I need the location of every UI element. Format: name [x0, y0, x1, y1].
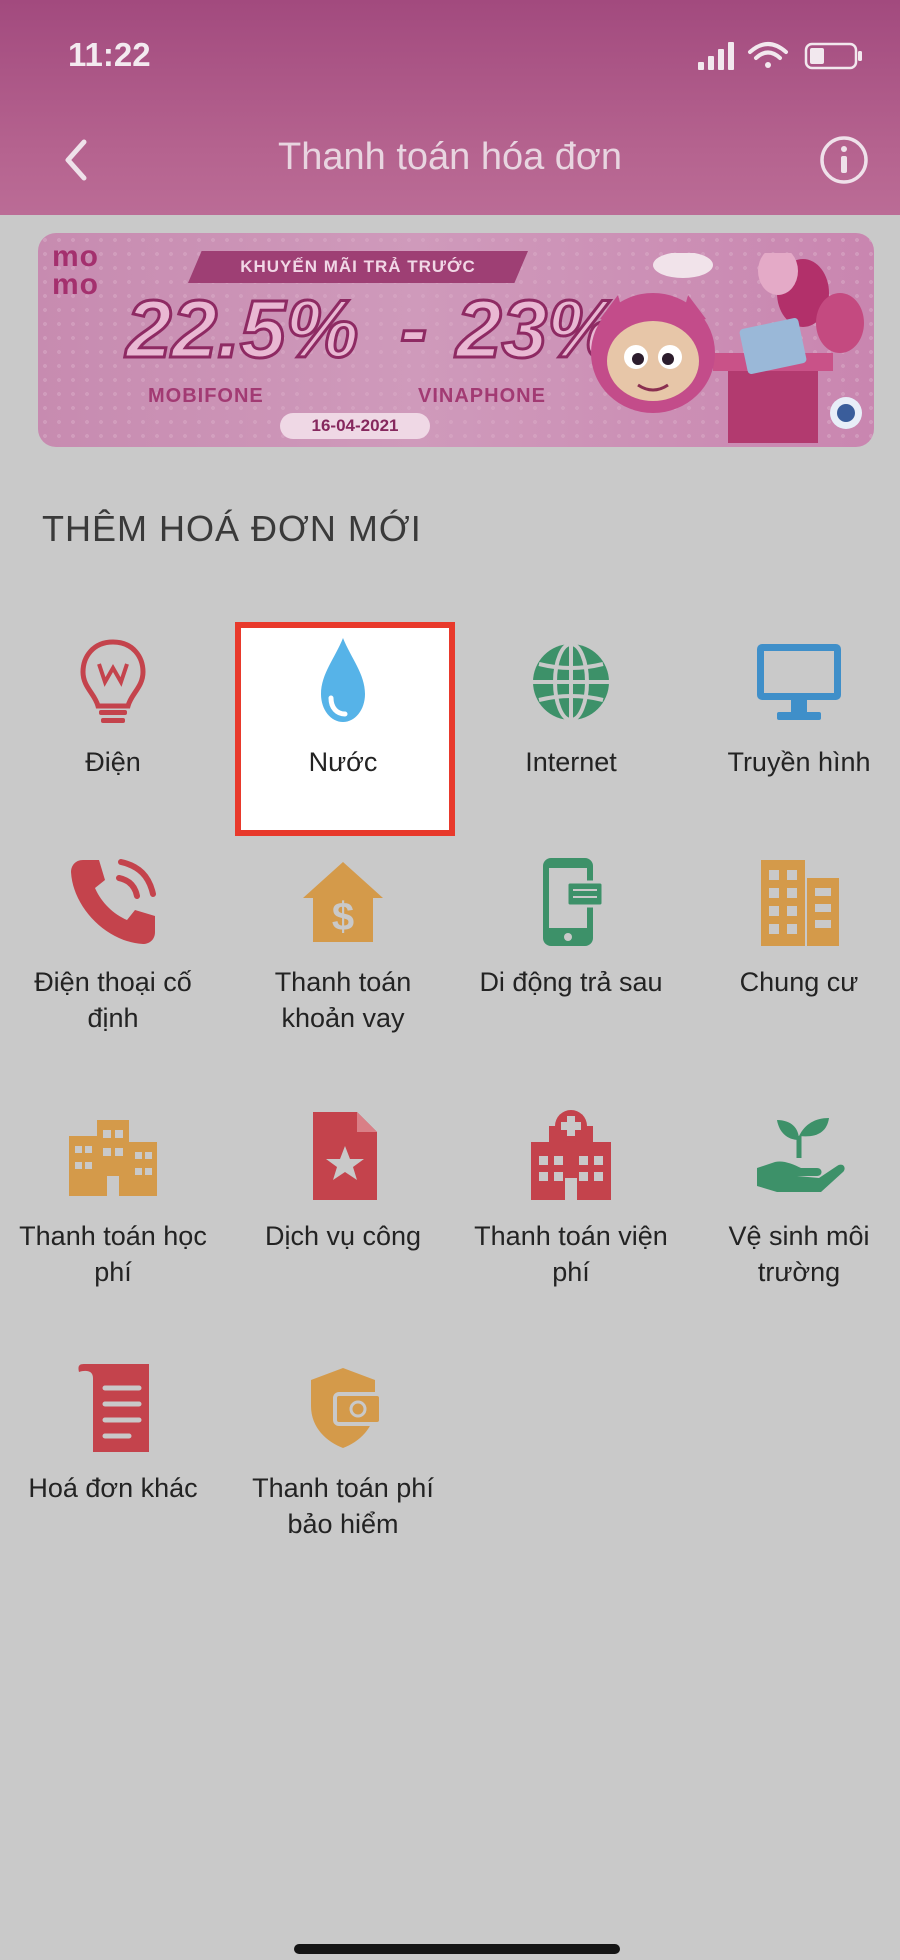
tile-label: Chung cư [739, 967, 859, 997]
home-indicator[interactable] [294, 1944, 620, 1954]
tile-dien-thoai-co-dinh[interactable]: Điện thoại cố định [0, 852, 226, 1036]
tile-label: Điện [85, 747, 141, 777]
tile-label: Vệ sinh môi trường [728, 1221, 870, 1287]
tile-label: Thanh toán phí bảo hiểm [252, 1473, 434, 1539]
tile-nuoc[interactable]: Nước [230, 632, 456, 780]
document-star-icon [313, 1112, 377, 1200]
tile-label: Hoá đơn khác [28, 1473, 198, 1503]
tile-label: Dịch vụ công [264, 1221, 422, 1251]
info-button[interactable] [818, 134, 870, 186]
globe-icon [533, 642, 609, 722]
tile-thanh-toan-hoc-phi[interactable]: Thanh toán học phí [0, 1106, 226, 1290]
battery-icon [804, 42, 862, 70]
page-title: Thanh toán hóa đơn [278, 136, 622, 178]
water-drop-icon [321, 638, 365, 722]
tile-internet[interactable]: Internet [458, 632, 684, 780]
receipt-icon [78, 1364, 149, 1452]
mascot-illustration [591, 253, 864, 443]
tile-label: Di động trả sau [479, 967, 663, 997]
promo-date: 16-04-2021 [280, 413, 430, 439]
tile-dich-vu-cong[interactable]: Dịch vụ công [230, 1106, 456, 1254]
tile-label: Thanh toán khoản vay [274, 967, 412, 1033]
tile-label: Thanh toán viện phí [474, 1221, 668, 1287]
house-dollar-icon: $ [303, 862, 383, 942]
momo-logo: mo mo [52, 240, 99, 301]
tile-truyen-hinh[interactable]: Truyền hình [686, 632, 900, 780]
mobile-icon [543, 858, 605, 946]
tile-chung-cu[interactable]: Chung cư [686, 852, 900, 1000]
promo-banner[interactable]: mo mo KHUYẾN MÃI TRẢ TRƯỚC 22.5% - 23% M… [38, 233, 874, 447]
status-icons [698, 38, 868, 74]
signal-icon [698, 42, 734, 70]
tile-label: Thanh toán học phí [19, 1221, 207, 1287]
monitor-icon [757, 644, 841, 720]
wifi-icon [748, 42, 788, 68]
tile-label: Truyền hình [727, 747, 871, 777]
info-icon [820, 136, 868, 184]
tile-label: Điện thoại cố định [34, 967, 192, 1033]
discount-dash: - [398, 283, 428, 377]
tile-ve-sinh-moi-truong[interactable]: Vệ sinh môi trường [686, 1106, 900, 1290]
tile-thanh-toan-phi-bao-hiem[interactable]: Thanh toán phí bảo hiểm [230, 1358, 456, 1542]
logo-line-bottom: mo [52, 268, 99, 301]
logo-line-top: mo [52, 240, 99, 273]
mobifone-discount: 22.5% [125, 283, 361, 377]
apartment-icon [761, 860, 839, 946]
plant-hand-icon [757, 1118, 845, 1192]
vinaphone-label: VINAPHONE [418, 385, 546, 407]
section-title: THÊM HOÁ ĐƠN MỚI [42, 508, 422, 549]
phone-icon [71, 859, 156, 944]
status-time: 11:22 [68, 36, 151, 73]
tile-di-dong-tra-sau[interactable]: Di động trả sau [458, 852, 684, 1000]
tile-label: Internet [525, 747, 617, 777]
tile-thanh-toan-khoan-vay[interactable]: $ Thanh toán khoản vay [230, 852, 456, 1036]
hospital-icon [531, 1110, 611, 1200]
promo-ribbon: KHUYẾN MÃI TRẢ TRƯỚC [188, 251, 528, 283]
tile-label: Nước [308, 747, 378, 777]
school-building-icon [69, 1120, 157, 1196]
tile-thanh-toan-vien-phi[interactable]: Thanh toán viện phí [458, 1106, 684, 1290]
lightbulb-icon [80, 639, 146, 723]
tile-dien[interactable]: Điện [0, 632, 226, 780]
svg-text:$: $ [332, 895, 354, 939]
mobifone-label: MOBIFONE [148, 385, 264, 407]
tile-hoa-don-khac[interactable]: Hoá đơn khác [0, 1358, 226, 1506]
header-bar: 11:22 Thanh toán hóa đơn [0, 0, 900, 215]
shield-money-icon [311, 1368, 383, 1448]
